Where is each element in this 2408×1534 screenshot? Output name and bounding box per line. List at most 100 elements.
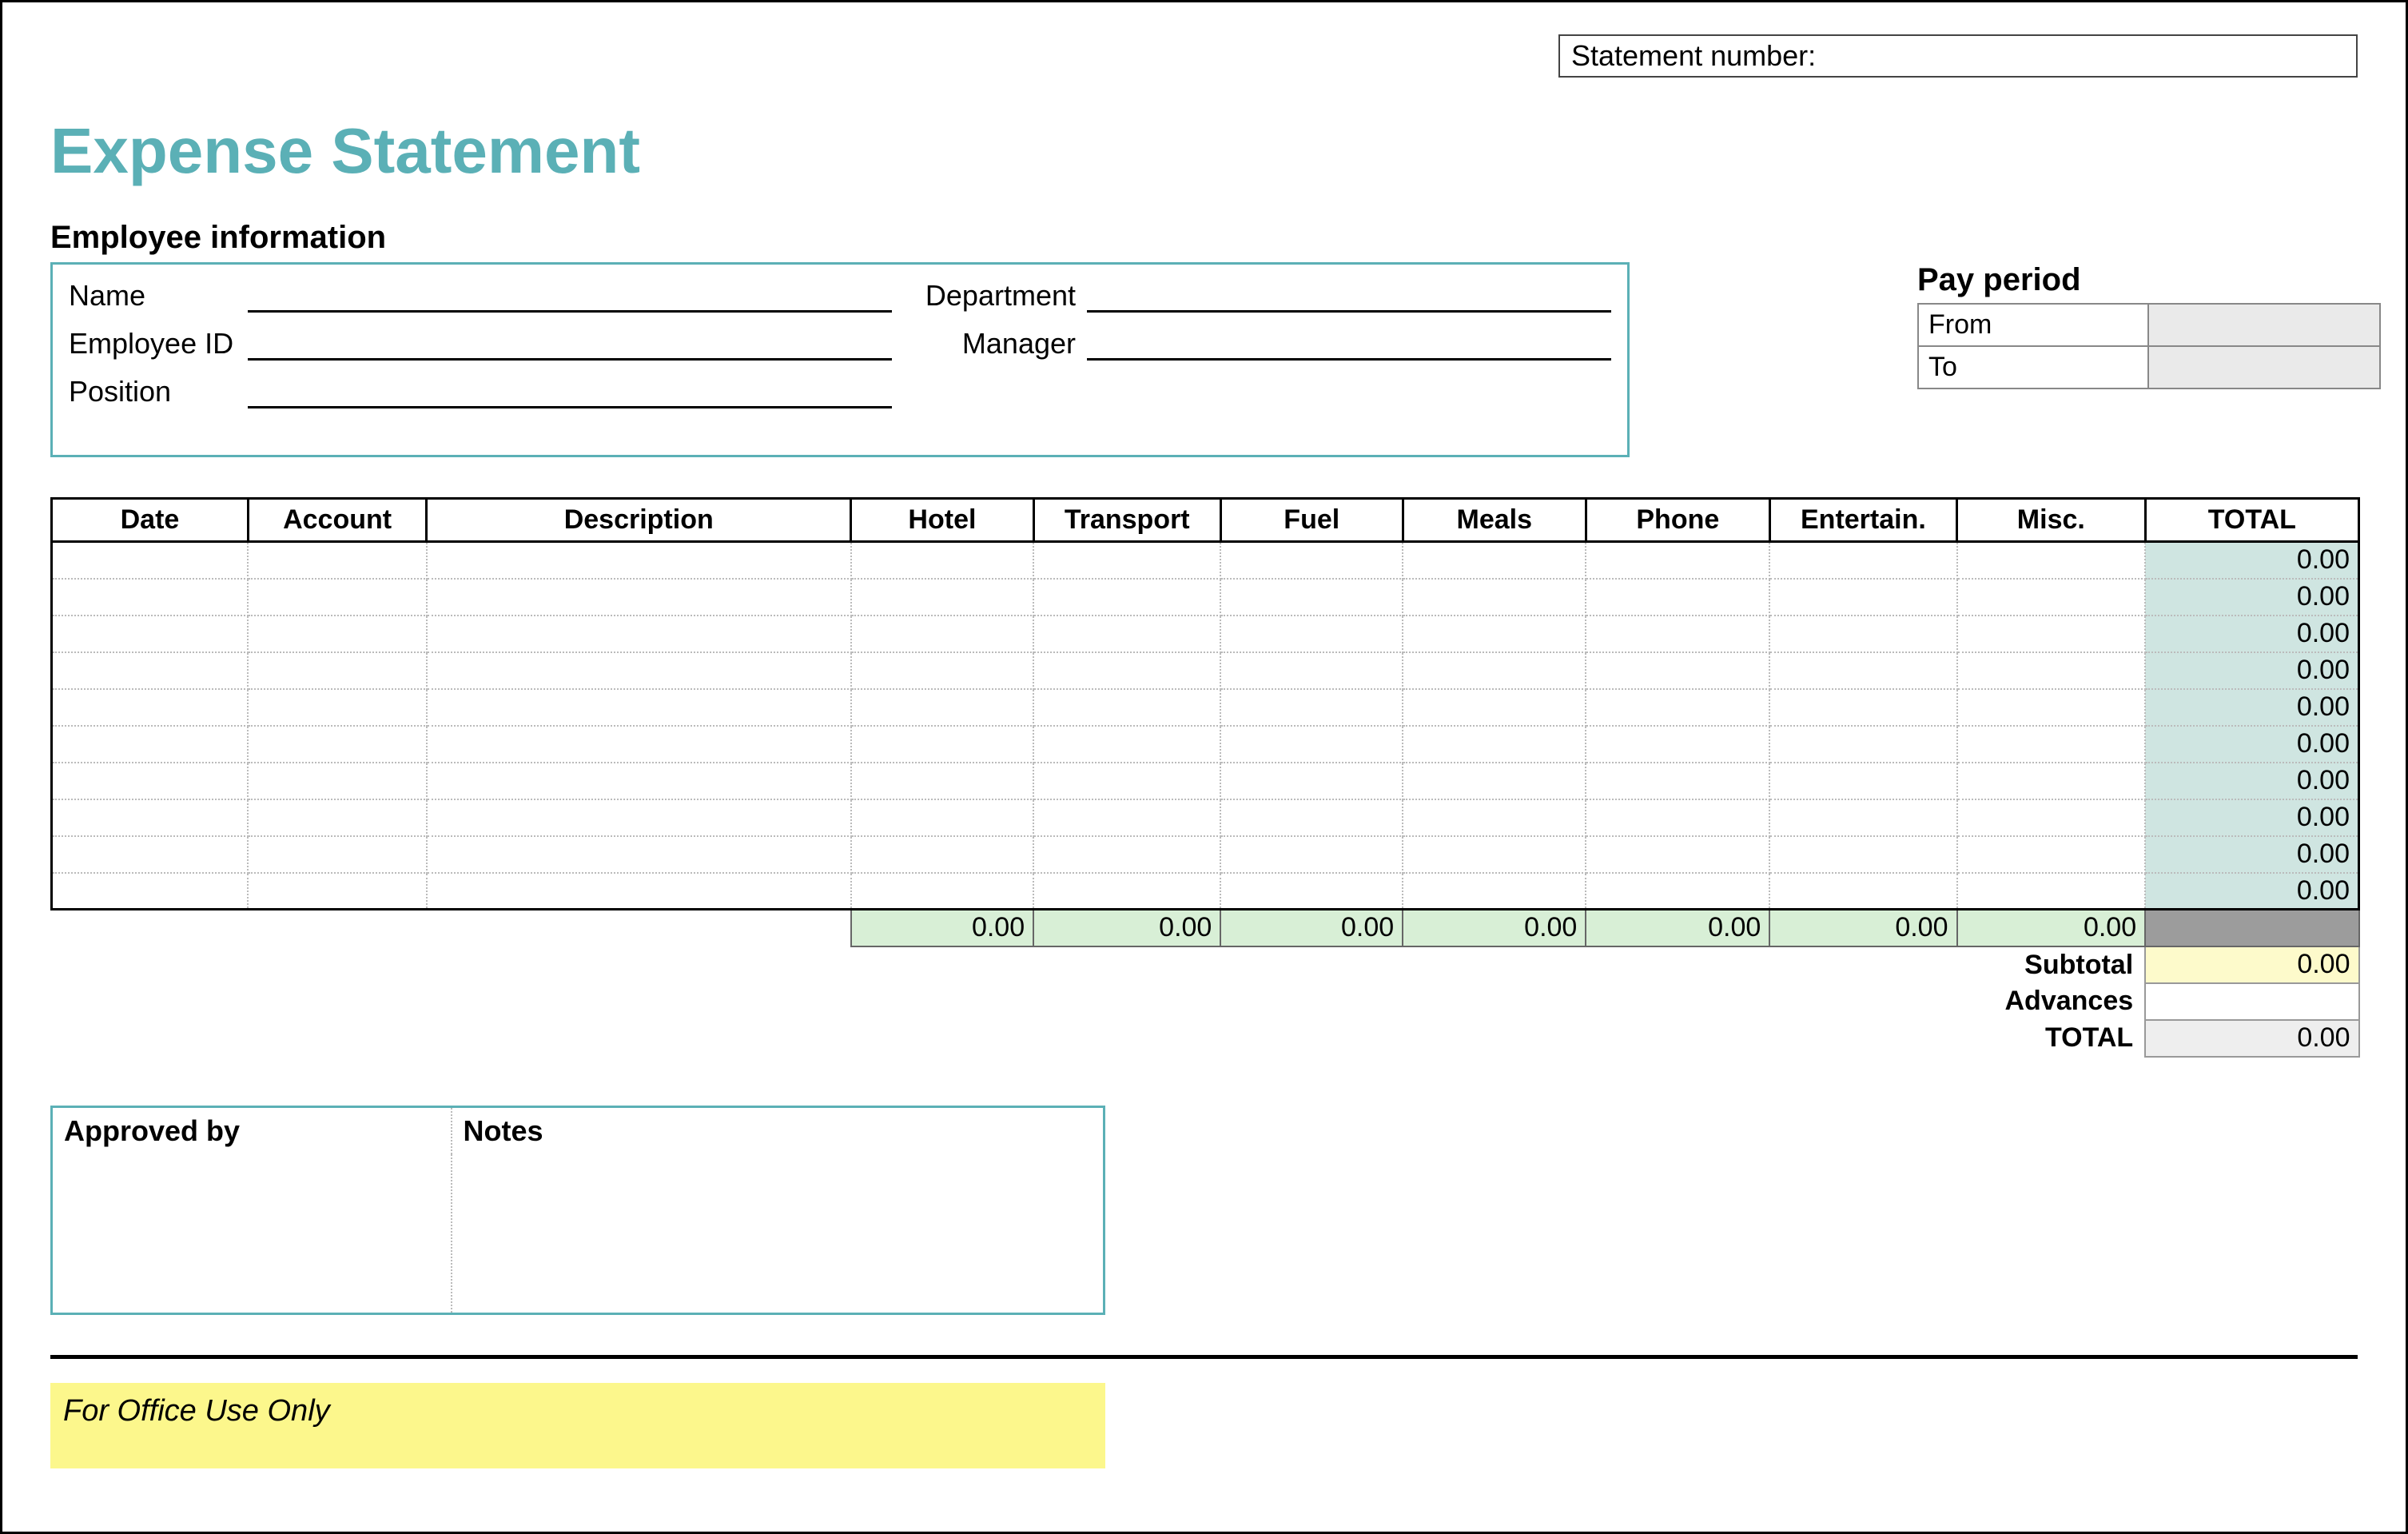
cell[interactable] [1220, 652, 1403, 689]
cell[interactable] [1033, 763, 1220, 799]
cell[interactable] [1033, 579, 1220, 616]
cell[interactable] [1033, 726, 1220, 763]
cell[interactable] [1220, 799, 1403, 836]
cell[interactable] [1769, 873, 1956, 910]
cell[interactable] [1586, 689, 1769, 726]
cell[interactable] [1220, 579, 1403, 616]
cell[interactable] [1586, 542, 1769, 579]
cell[interactable] [1220, 763, 1403, 799]
cell[interactable] [52, 799, 249, 836]
cell[interactable] [1769, 836, 1956, 873]
cell[interactable] [248, 542, 426, 579]
cell[interactable] [1957, 726, 2146, 763]
cell[interactable] [248, 763, 426, 799]
cell[interactable] [1220, 873, 1403, 910]
cell[interactable] [1586, 579, 1769, 616]
cell[interactable] [1586, 726, 1769, 763]
cell[interactable] [1033, 799, 1220, 836]
cell[interactable] [1957, 836, 2146, 873]
cell[interactable] [1220, 542, 1403, 579]
cell[interactable] [1586, 799, 1769, 836]
cell[interactable] [851, 836, 1033, 873]
cell[interactable] [1957, 689, 2146, 726]
cell[interactable] [1769, 763, 1956, 799]
department-field[interactable] [1087, 284, 1611, 313]
cell[interactable] [1403, 836, 1586, 873]
cell[interactable] [248, 799, 426, 836]
cell[interactable] [1769, 799, 1956, 836]
cell[interactable] [1403, 652, 1586, 689]
cell[interactable] [1403, 726, 1586, 763]
cell[interactable] [1586, 763, 1769, 799]
statement-number-box[interactable]: Statement number: [1558, 34, 2358, 78]
cell[interactable] [851, 579, 1033, 616]
cell[interactable] [1220, 726, 1403, 763]
cell[interactable] [851, 689, 1033, 726]
position-field[interactable] [248, 380, 892, 408]
pay-to-value[interactable] [2148, 346, 2380, 388]
cell[interactable] [1220, 689, 1403, 726]
cell[interactable] [427, 579, 851, 616]
cell[interactable] [52, 726, 249, 763]
cell[interactable] [1403, 579, 1586, 616]
advances-value[interactable] [2145, 983, 2358, 1020]
cell[interactable] [1033, 873, 1220, 910]
cell[interactable] [52, 873, 249, 910]
name-field[interactable] [248, 284, 892, 313]
cell[interactable] [851, 799, 1033, 836]
cell[interactable] [427, 836, 851, 873]
cell[interactable] [52, 652, 249, 689]
cell[interactable] [1033, 616, 1220, 652]
approved-by-field[interactable] [52, 1154, 452, 1314]
cell[interactable] [1957, 799, 2146, 836]
cell[interactable] [427, 873, 851, 910]
cell[interactable] [1403, 799, 1586, 836]
cell[interactable] [1769, 579, 1956, 616]
cell[interactable] [427, 652, 851, 689]
cell[interactable] [248, 579, 426, 616]
cell[interactable] [851, 763, 1033, 799]
cell[interactable] [851, 726, 1033, 763]
manager-field[interactable] [1087, 332, 1611, 361]
cell[interactable] [1957, 873, 2146, 910]
cell[interactable] [1586, 836, 1769, 873]
cell[interactable] [52, 579, 249, 616]
cell[interactable] [427, 799, 851, 836]
pay-from-value[interactable] [2148, 304, 2380, 346]
cell[interactable] [248, 726, 426, 763]
cell[interactable] [248, 836, 426, 873]
employee-id-field[interactable] [248, 332, 892, 361]
cell[interactable] [248, 873, 426, 910]
cell[interactable] [1586, 652, 1769, 689]
cell[interactable] [1403, 542, 1586, 579]
cell[interactable] [1403, 873, 1586, 910]
cell[interactable] [427, 763, 851, 799]
cell[interactable] [1403, 616, 1586, 652]
cell[interactable] [1220, 836, 1403, 873]
cell[interactable] [1769, 542, 1956, 579]
cell[interactable] [851, 542, 1033, 579]
cell[interactable] [1769, 616, 1956, 652]
cell[interactable] [851, 652, 1033, 689]
cell[interactable] [1957, 763, 2146, 799]
cell[interactable] [1957, 616, 2146, 652]
cell[interactable] [1769, 689, 1956, 726]
cell[interactable] [1586, 616, 1769, 652]
cell[interactable] [1033, 652, 1220, 689]
cell[interactable] [1957, 652, 2146, 689]
cell[interactable] [52, 542, 249, 579]
cell[interactable] [1220, 616, 1403, 652]
cell[interactable] [52, 836, 249, 873]
cell[interactable] [1403, 763, 1586, 799]
cell[interactable] [1033, 836, 1220, 873]
cell[interactable] [1033, 542, 1220, 579]
cell[interactable] [427, 689, 851, 726]
cell[interactable] [427, 542, 851, 579]
cell[interactable] [248, 652, 426, 689]
cell[interactable] [1403, 689, 1586, 726]
cell[interactable] [52, 763, 249, 799]
cell[interactable] [248, 616, 426, 652]
cell[interactable] [1957, 579, 2146, 616]
cell[interactable] [1033, 689, 1220, 726]
cell[interactable] [427, 726, 851, 763]
